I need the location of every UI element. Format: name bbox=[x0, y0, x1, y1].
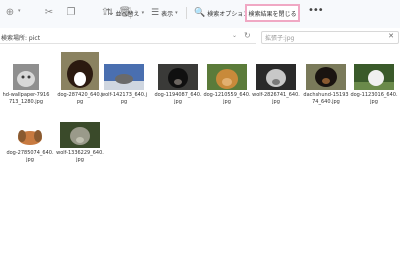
file-thumbnail bbox=[13, 64, 39, 90]
new-dropdown-chevron-icon[interactable]: ▾ bbox=[18, 8, 21, 14]
command-bar: ⊕ ▾ ✂ ❐ ⇪ 🗑 ⇅ 並べ替え ▾ ☰ 表示 ▾ 🔍 検索オプション ▾ … bbox=[0, 0, 400, 28]
file-name: wolf-1336229_640.jpg bbox=[56, 150, 104, 163]
more-options-button[interactable]: ••• bbox=[308, 5, 324, 16]
file-name: dog-1210559_640.jpg bbox=[203, 92, 251, 105]
file-thumbnail bbox=[354, 64, 394, 90]
cut-icon[interactable]: ✂ bbox=[42, 6, 56, 20]
sort-button[interactable]: ⇅ 並べ替え ▾ bbox=[106, 6, 144, 20]
file-name: dachshund-1519374_640.jpg bbox=[303, 92, 349, 105]
chevron-down-icon[interactable]: ⌄ bbox=[232, 32, 237, 39]
file-thumbnail bbox=[306, 64, 346, 90]
copy-icon[interactable]: ❐ bbox=[64, 6, 78, 20]
file-thumbnail bbox=[60, 122, 100, 148]
sort-label: 並べ替え bbox=[115, 10, 140, 18]
sort-icon: ⇅ bbox=[106, 8, 114, 18]
view-button[interactable]: ☰ 表示 ▾ bbox=[151, 6, 178, 20]
close-search-results-label: 検索結果を閉じる bbox=[248, 10, 297, 18]
address-bar[interactable]: 検索場所: pict ⌄ ↻ bbox=[0, 31, 256, 44]
file-name: dog-1123016_640.jpg bbox=[350, 92, 398, 105]
chevron-down-icon: ▾ bbox=[141, 10, 145, 16]
file-name: hd-wallpaper-7916713_1280.jpg bbox=[2, 92, 50, 105]
new-item-icon[interactable]: ⊕ bbox=[3, 6, 17, 20]
file-thumbnail bbox=[256, 64, 296, 90]
chevron-down-icon: ▾ bbox=[175, 10, 178, 16]
clear-search-icon[interactable]: ✕ bbox=[388, 32, 394, 40]
close-search-results-button[interactable]: 検索結果を閉じる bbox=[245, 4, 300, 22]
file-name: dog-2785074_640.jpg bbox=[6, 150, 54, 163]
view-icon: ☰ bbox=[151, 8, 160, 18]
file-name: wolf-142173_640.jpg bbox=[101, 92, 147, 105]
file-name: wolf-2826741_640.jpg bbox=[252, 92, 300, 105]
search-options-icon: 🔍 bbox=[194, 8, 206, 18]
address-bar-text: 検索場所: pict bbox=[1, 34, 41, 42]
file-name: dog-287420_640.jpg bbox=[57, 92, 103, 105]
file-thumbnail bbox=[158, 64, 198, 90]
file-thumbnail bbox=[207, 64, 247, 90]
view-label: 表示 bbox=[161, 10, 174, 18]
toolbar-divider bbox=[186, 7, 187, 19]
file-name: dog-1194087_640.jpg bbox=[154, 92, 202, 105]
search-input-text: 拡張子:jpg bbox=[265, 35, 295, 42]
file-thumbnail bbox=[61, 52, 99, 90]
search-options-label: 検索オプション bbox=[207, 10, 250, 18]
refresh-icon[interactable]: ↻ bbox=[244, 31, 251, 40]
search-input[interactable]: 拡張子:jpg ✕ bbox=[261, 31, 399, 44]
file-thumbnail bbox=[10, 122, 50, 148]
file-thumbnail bbox=[104, 64, 144, 90]
